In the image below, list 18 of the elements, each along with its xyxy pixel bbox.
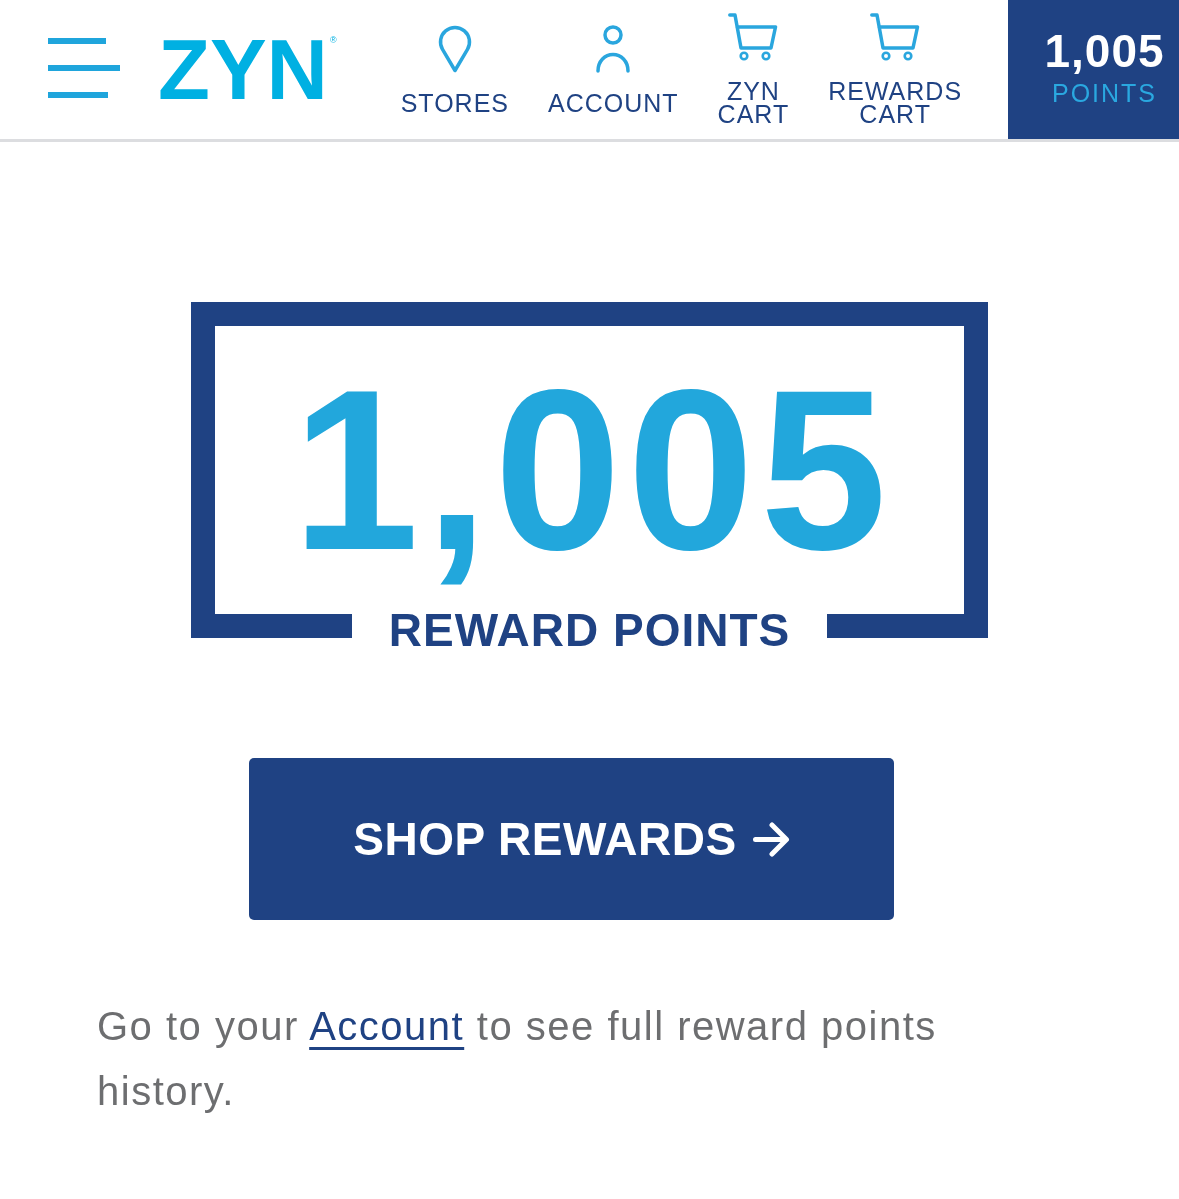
account-note: Go to your Account to see full reward points history. <box>97 1003 938 1115</box>
cart-icon <box>728 13 779 61</box>
shop-rewards-button[interactable]: SHOP REWARDS <box>249 758 894 920</box>
nav-link[interactable]: ZYN CART <box>717 13 790 126</box>
nav-link[interactable]: REWARDS CART <box>828 13 963 126</box>
nav-link[interactable]: STORES <box>400 24 509 115</box>
location-pin-icon <box>436 24 473 73</box>
nav-link[interactable]: ACCOUNT <box>548 24 679 115</box>
points-label: POINTS <box>1051 80 1158 106</box>
points-value: 1,005 <box>1044 27 1165 74</box>
arrow-right-icon <box>752 820 790 858</box>
points-badge[interactable]: 1,005 POINTS <box>1008 0 1179 139</box>
points-caption: REWARD POINTS <box>387 607 792 653</box>
account-link[interactable]: Account <box>309 1004 465 1048</box>
menu-icon[interactable] <box>48 36 120 98</box>
person-icon <box>595 24 632 73</box>
cart-icon <box>870 13 921 61</box>
points-total: 1,005 <box>291 356 893 584</box>
